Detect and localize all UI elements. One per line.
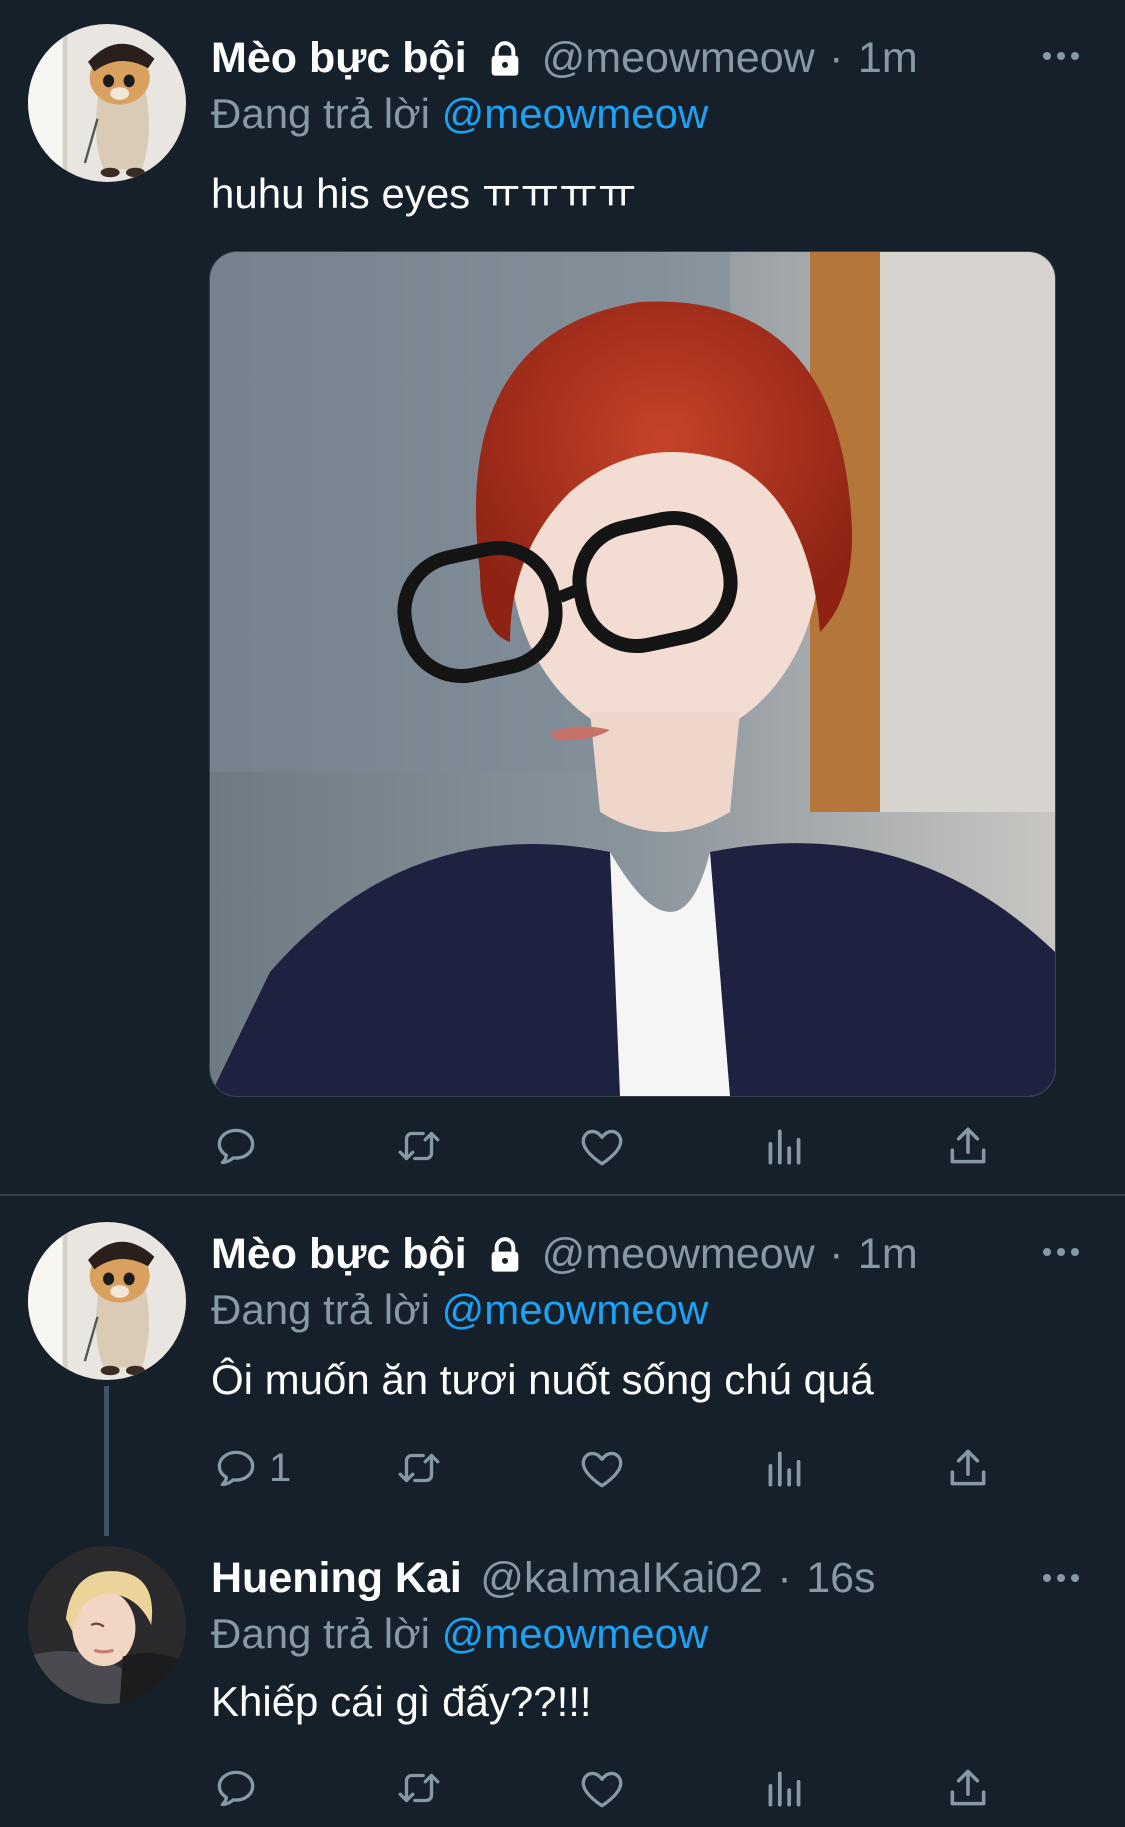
analytics-icon xyxy=(760,1121,810,1171)
replying-to-label: Đang trả lời xyxy=(211,1286,442,1333)
like-button[interactable] xyxy=(577,1440,627,1496)
reply-button[interactable] xyxy=(211,1760,269,1816)
retweet-icon xyxy=(394,1121,444,1171)
reply-count: 1 xyxy=(269,1445,292,1490)
lock-icon xyxy=(485,39,525,79)
replying-to-label: Đang trả lời xyxy=(211,90,442,137)
retweet-icon xyxy=(394,1443,444,1493)
timestamp[interactable]: 1m xyxy=(858,34,918,82)
avatar-image xyxy=(28,1546,186,1704)
retweet-button[interactable] xyxy=(394,1440,444,1496)
mention-link[interactable]: @meowmeow xyxy=(442,90,709,137)
more-icon[interactable] xyxy=(1041,1244,1081,1260)
share-button[interactable] xyxy=(943,1440,993,1496)
username-handle[interactable]: @meowmeow xyxy=(542,1230,815,1278)
analytics-icon xyxy=(760,1763,810,1813)
avatar-image xyxy=(28,1222,186,1380)
media-image xyxy=(210,252,1055,1096)
avatar-image xyxy=(28,24,186,182)
reply-icon xyxy=(211,1443,261,1493)
reply-icon xyxy=(211,1121,261,1171)
lock-icon xyxy=(485,1235,525,1275)
timestamp[interactable]: 16s xyxy=(806,1554,875,1602)
like-button[interactable] xyxy=(577,1118,627,1174)
tweet[interactable]: Mèo bực bội @meowmeow · 1m Đang trả lời … xyxy=(0,1196,1125,1536)
thread-connector xyxy=(104,1386,109,1536)
tweet-media[interactable] xyxy=(209,251,1056,1097)
more-icon[interactable] xyxy=(1041,48,1081,64)
replying-to: Đang trả lời @meowmeow xyxy=(211,1286,708,1334)
analytics-button[interactable] xyxy=(760,1440,810,1496)
tweet-text: Ôi muốn ăn tươi nuốt sống chú quá xyxy=(211,1356,874,1403)
replying-to: Đang trả lời @meowmeow xyxy=(211,90,708,138)
display-name[interactable]: Mèo bực bội xyxy=(211,34,467,82)
reply-button[interactable]: 1 xyxy=(211,1440,291,1496)
heart-icon xyxy=(577,1763,627,1813)
analytics-icon xyxy=(760,1443,810,1493)
share-icon xyxy=(943,1443,993,1493)
share-icon xyxy=(943,1763,993,1813)
avatar[interactable] xyxy=(28,1546,186,1704)
display-name[interactable]: Huening Kai xyxy=(211,1554,462,1602)
separator-dot: · xyxy=(829,34,844,82)
tweet[interactable]: Huening Kai @kaImaIKai02 · 16s Đang trả … xyxy=(0,1536,1125,1827)
username-handle[interactable]: @meowmeow xyxy=(542,34,815,82)
separator-dot: · xyxy=(777,1554,792,1602)
tweet-text: huhu his eyes ㅠㅠㅠㅠ xyxy=(211,170,637,217)
heart-icon xyxy=(577,1443,627,1493)
tweet-text: Khiếp cái gì đấy??!!! xyxy=(211,1678,592,1725)
more-icon[interactable] xyxy=(1041,1570,1081,1586)
display-name[interactable]: Mèo bực bội xyxy=(211,1230,467,1278)
analytics-button[interactable] xyxy=(760,1760,810,1816)
timestamp[interactable]: 1m xyxy=(858,1230,918,1278)
heart-icon xyxy=(577,1121,627,1171)
tweet[interactable]: Mèo bực bội @meowmeow · 1m Đang trả lời … xyxy=(0,0,1125,1192)
avatar[interactable] xyxy=(28,24,186,182)
reply-button[interactable] xyxy=(211,1118,269,1174)
mention-link[interactable]: @meowmeow xyxy=(442,1610,709,1657)
avatar[interactable] xyxy=(28,1222,186,1380)
reply-icon xyxy=(211,1763,261,1813)
retweet-button[interactable] xyxy=(394,1118,444,1174)
retweet-icon xyxy=(394,1763,444,1813)
share-button[interactable] xyxy=(943,1760,993,1816)
analytics-button[interactable] xyxy=(760,1118,810,1174)
username-handle[interactable]: @kaImaIKai02 xyxy=(480,1554,763,1602)
retweet-button[interactable] xyxy=(394,1760,444,1816)
replying-to-label: Đang trả lời xyxy=(211,1610,442,1657)
share-button[interactable] xyxy=(943,1118,993,1174)
separator-dot: · xyxy=(829,1230,844,1278)
mention-link[interactable]: @meowmeow xyxy=(442,1286,709,1333)
like-button[interactable] xyxy=(577,1760,627,1816)
share-icon xyxy=(943,1121,993,1171)
replying-to: Đang trả lời @meowmeow xyxy=(211,1610,708,1658)
